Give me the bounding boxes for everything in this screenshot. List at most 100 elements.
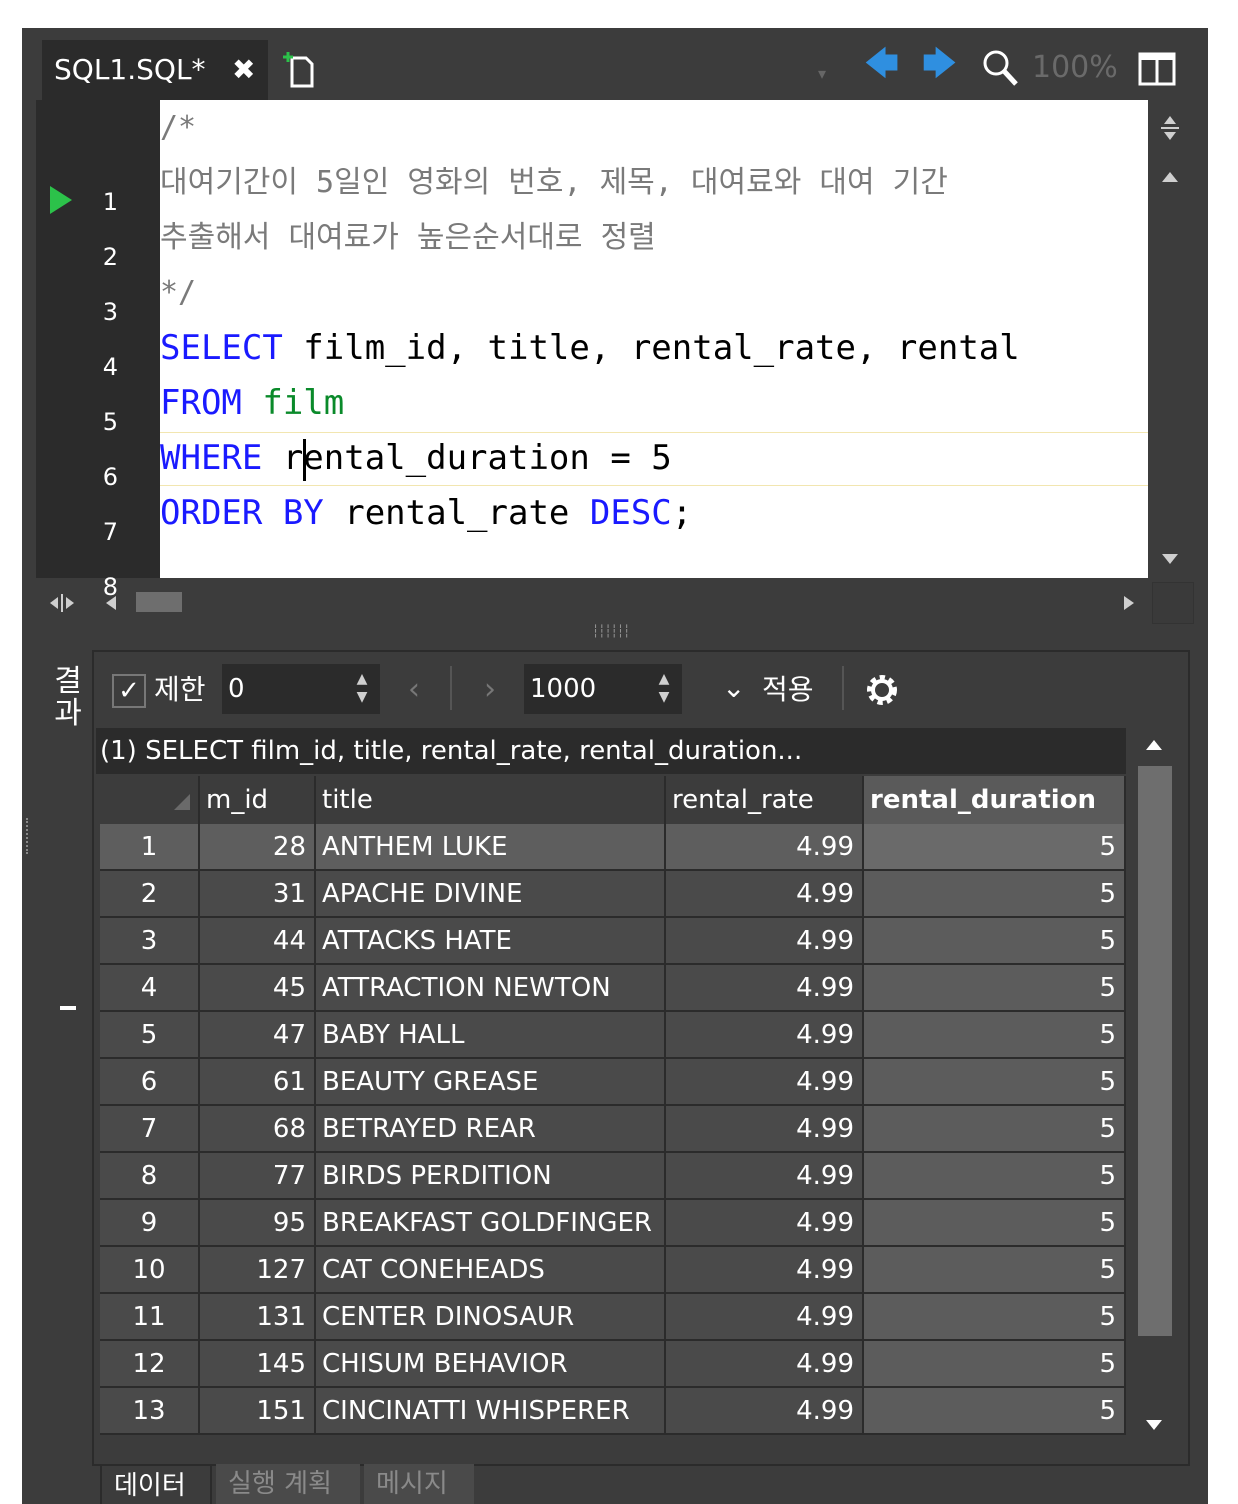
- cell-film-id[interactable]: 77: [200, 1153, 316, 1200]
- split-vertical-icon[interactable]: [1158, 114, 1182, 142]
- cell-title[interactable]: CAT CONEHEADS: [316, 1247, 666, 1294]
- tab-messages[interactable]: 메시지: [364, 1464, 474, 1504]
- cell-rental-rate[interactable]: 4.99: [666, 1012, 864, 1059]
- table-row[interactable]: 4 45 ATTRACTION NEWTON 4.99 5: [100, 965, 1126, 1012]
- column-header-rental-rate[interactable]: rental_rate: [666, 776, 864, 824]
- cell-title[interactable]: BIRDS PERDITION: [316, 1153, 666, 1200]
- limit-stepper[interactable]: 0 ▲ ▼: [222, 664, 380, 714]
- row-number-header[interactable]: [100, 776, 200, 824]
- cell-title[interactable]: APACHE DIVINE: [316, 871, 666, 918]
- panel-grip[interactable]: [26, 818, 34, 854]
- tab-data[interactable]: 데이터: [100, 1464, 212, 1504]
- zoom-level[interactable]: 100%: [1032, 48, 1118, 88]
- cell-rental-rate[interactable]: 4.99: [666, 871, 864, 918]
- scroll-down-icon[interactable]: [1144, 1418, 1164, 1432]
- row-number[interactable]: 5: [100, 1012, 200, 1059]
- scroll-up-icon[interactable]: [1144, 738, 1164, 752]
- chevron-down-icon[interactable]: ⌄: [722, 670, 745, 706]
- sql-code-editor[interactable]: /* 대여기간이 5일인 영화의 번호, 제목, 대여료와 대여 기간 추출해서…: [160, 100, 1148, 578]
- cell-rental-duration[interactable]: 5: [864, 1200, 1126, 1247]
- cell-film-id[interactable]: 31: [200, 871, 316, 918]
- gear-icon[interactable]: [862, 670, 902, 710]
- prev-page-button[interactable]: ‹: [408, 672, 420, 707]
- cell-title[interactable]: BETRAYED REAR: [316, 1106, 666, 1153]
- limit-checkbox[interactable]: ✓: [112, 674, 146, 708]
- cell-title[interactable]: BREAKFAST GOLDFINGER: [316, 1200, 666, 1247]
- cell-rental-rate[interactable]: 4.99: [666, 1106, 864, 1153]
- cell-rental-duration[interactable]: 5: [864, 1106, 1126, 1153]
- minimize-icon[interactable]: [60, 1006, 76, 1010]
- editor-horizontal-scrollbar[interactable]: [36, 582, 1194, 624]
- cell-title[interactable]: BEAUTY GREASE: [316, 1059, 666, 1106]
- cell-rental-duration[interactable]: 5: [864, 871, 1126, 918]
- tab-sql1[interactable]: SQL1.SQL* ✖: [42, 40, 268, 100]
- cell-film-id[interactable]: 28: [200, 824, 316, 871]
- cell-rental-rate[interactable]: 4.99: [666, 1388, 864, 1435]
- chevron-down-icon[interactable]: ▾: [818, 58, 826, 90]
- page-size-stepper[interactable]: 1000 ▲ ▼: [524, 664, 682, 714]
- cell-film-id[interactable]: 151: [200, 1388, 316, 1435]
- cell-film-id[interactable]: 44: [200, 918, 316, 965]
- row-number[interactable]: 11: [100, 1294, 200, 1341]
- result-tab-label[interactable]: 결과: [52, 666, 84, 730]
- table-row[interactable]: 8 77 BIRDS PERDITION 4.99 5: [100, 1153, 1126, 1200]
- row-number[interactable]: 1: [100, 824, 200, 871]
- cell-title[interactable]: BABY HALL: [316, 1012, 666, 1059]
- table-row[interactable]: 3 44 ATTACKS HATE 4.99 5: [100, 918, 1126, 965]
- table-row[interactable]: 5 47 BABY HALL 4.99 5: [100, 1012, 1126, 1059]
- cell-title[interactable]: CINCINATTI WHISPERER: [316, 1388, 666, 1435]
- cell-rental-duration[interactable]: 5: [864, 824, 1126, 871]
- cell-film-id[interactable]: 61: [200, 1059, 316, 1106]
- search-icon[interactable]: [980, 48, 1020, 88]
- cell-film-id[interactable]: 95: [200, 1200, 316, 1247]
- tab-execution-plan[interactable]: 실행 계획: [216, 1464, 360, 1504]
- cell-rental-duration[interactable]: 5: [864, 1247, 1126, 1294]
- table-row[interactable]: 10 127 CAT CONEHEADS 4.99 5: [100, 1247, 1126, 1294]
- cell-rental-rate[interactable]: 4.99: [666, 1294, 864, 1341]
- cell-rental-duration[interactable]: 5: [864, 1294, 1126, 1341]
- cell-rental-rate[interactable]: 4.99: [666, 1153, 864, 1200]
- cell-film-id[interactable]: 68: [200, 1106, 316, 1153]
- row-number[interactable]: 13: [100, 1388, 200, 1435]
- row-number[interactable]: 6: [100, 1059, 200, 1106]
- cell-film-id[interactable]: 145: [200, 1341, 316, 1388]
- cell-title[interactable]: CENTER DINOSAUR: [316, 1294, 666, 1341]
- cell-rental-rate[interactable]: 4.99: [666, 1247, 864, 1294]
- split-horizontal-icon[interactable]: [48, 592, 76, 614]
- grid-vertical-scrollbar[interactable]: [1130, 728, 1178, 1456]
- cell-rental-duration[interactable]: 5: [864, 918, 1126, 965]
- cell-film-id[interactable]: 45: [200, 965, 316, 1012]
- scroll-down-icon[interactable]: [1160, 552, 1180, 566]
- cell-rental-duration[interactable]: 5: [864, 1059, 1126, 1106]
- cell-rental-duration[interactable]: 5: [864, 965, 1126, 1012]
- scroll-up-icon[interactable]: [1160, 170, 1180, 184]
- cell-title[interactable]: ATTRACTION NEWTON: [316, 965, 666, 1012]
- splitter-handle[interactable]: ┆┆┆┆┆┆: [592, 624, 630, 638]
- table-row[interactable]: 11 131 CENTER DINOSAUR 4.99 5: [100, 1294, 1126, 1341]
- table-row[interactable]: 2 31 APACHE DIVINE 4.99 5: [100, 871, 1126, 918]
- scroll-thumb[interactable]: [1138, 766, 1172, 1336]
- cell-rental-rate[interactable]: 4.99: [666, 965, 864, 1012]
- cell-rental-rate[interactable]: 4.99: [666, 824, 864, 871]
- cell-film-id[interactable]: 47: [200, 1012, 316, 1059]
- stepper-arrows-icon[interactable]: ▲ ▼: [652, 670, 676, 706]
- row-number[interactable]: 3: [100, 918, 200, 965]
- split-layout-icon[interactable]: [1138, 52, 1176, 86]
- column-header-rental-duration[interactable]: rental_duration: [864, 776, 1126, 824]
- result-grid[interactable]: m_id title rental_rate rental_duration 1…: [100, 776, 1126, 1456]
- cell-rental-rate[interactable]: 4.99: [666, 918, 864, 965]
- table-row[interactable]: 6 61 BEAUTY GREASE 4.99 5: [100, 1059, 1126, 1106]
- row-number[interactable]: 8: [100, 1153, 200, 1200]
- row-number[interactable]: 9: [100, 1200, 200, 1247]
- column-header-title[interactable]: title: [316, 776, 666, 824]
- arrow-left-icon[interactable]: 🡄: [864, 47, 899, 81]
- cell-title[interactable]: CHISUM BEHAVIOR: [316, 1341, 666, 1388]
- cell-title[interactable]: ANTHEM LUKE: [316, 824, 666, 871]
- cell-rental-duration[interactable]: 5: [864, 1153, 1126, 1200]
- apply-button[interactable]: 적용: [762, 672, 814, 708]
- cell-rental-duration[interactable]: 5: [864, 1341, 1126, 1388]
- cell-title[interactable]: ATTACKS HATE: [316, 918, 666, 965]
- column-header-film-id[interactable]: m_id: [200, 776, 316, 824]
- table-row[interactable]: 13 151 CINCINATTI WHISPERER 4.99 5: [100, 1388, 1126, 1435]
- new-file-icon[interactable]: [282, 50, 318, 90]
